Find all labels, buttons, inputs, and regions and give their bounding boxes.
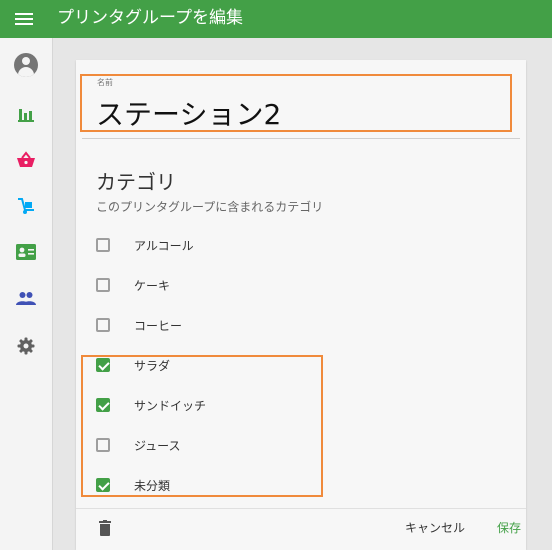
- category-label: サラダ: [134, 359, 171, 373]
- account-circle-icon: [14, 53, 38, 77]
- category-checkbox[interactable]: [96, 238, 110, 252]
- save-button[interactable]: 保存: [497, 519, 521, 536]
- sidebar-item-customers[interactable]: [0, 278, 52, 318]
- sidebar-item-orders[interactable]: [0, 140, 52, 180]
- sidebar-item-reports[interactable]: [0, 94, 52, 134]
- category-checkbox[interactable]: [96, 438, 110, 452]
- category-checkbox[interactable]: [96, 318, 110, 332]
- sidebar-item-staff[interactable]: [0, 232, 52, 272]
- menu-icon[interactable]: [15, 13, 33, 26]
- category-item-1[interactable]: ケーキ: [92, 274, 312, 300]
- name-field-underline: [82, 138, 520, 139]
- category-label: コーヒー: [134, 319, 183, 333]
- people-icon: [16, 292, 36, 305]
- category-item-3[interactable]: サラダ: [92, 354, 312, 380]
- contact-card-icon: [16, 244, 36, 260]
- category-item-6[interactable]: 未分類: [92, 474, 312, 500]
- category-label: アルコール: [134, 239, 194, 253]
- hand-truck-icon: [18, 198, 34, 214]
- name-input[interactable]: [96, 93, 496, 133]
- sidebar-item-account[interactable]: [0, 44, 52, 86]
- sidebar-item-inventory[interactable]: [0, 186, 52, 226]
- category-label: ジュース: [134, 439, 181, 453]
- category-item-2[interactable]: コーヒー: [92, 314, 312, 340]
- category-label: 未分類: [134, 479, 171, 493]
- category-item-4[interactable]: サンドイッチ: [92, 394, 312, 420]
- category-checkbox[interactable]: [96, 398, 110, 412]
- category-item-5[interactable]: ジュース: [92, 434, 312, 460]
- category-checkbox[interactable]: [96, 478, 110, 492]
- card-footer-divider: [76, 508, 526, 509]
- app-bar: プリンタグループを編集: [0, 0, 552, 38]
- gear-icon: [17, 337, 35, 355]
- sidebar-item-settings[interactable]: [0, 326, 52, 366]
- name-field-label: 名前: [97, 78, 113, 87]
- delete-icon[interactable]: [99, 520, 111, 536]
- basket-icon: [17, 151, 35, 167]
- category-section-title: カテゴリ: [96, 170, 176, 194]
- cancel-button[interactable]: キャンセル: [405, 519, 465, 536]
- sidebar: [0, 38, 53, 550]
- category-section-subtitle: このプリンタグループに含まれるカテゴリ: [96, 200, 324, 214]
- bar-chart-icon: [18, 109, 34, 122]
- category-checkbox[interactable]: [96, 358, 110, 372]
- category-checkbox[interactable]: [96, 278, 110, 292]
- page-title: プリンタグループを編集: [57, 8, 243, 28]
- category-label: サンドイッチ: [134, 399, 207, 413]
- category-label: ケーキ: [134, 279, 171, 293]
- category-item-0[interactable]: アルコール: [92, 234, 312, 260]
